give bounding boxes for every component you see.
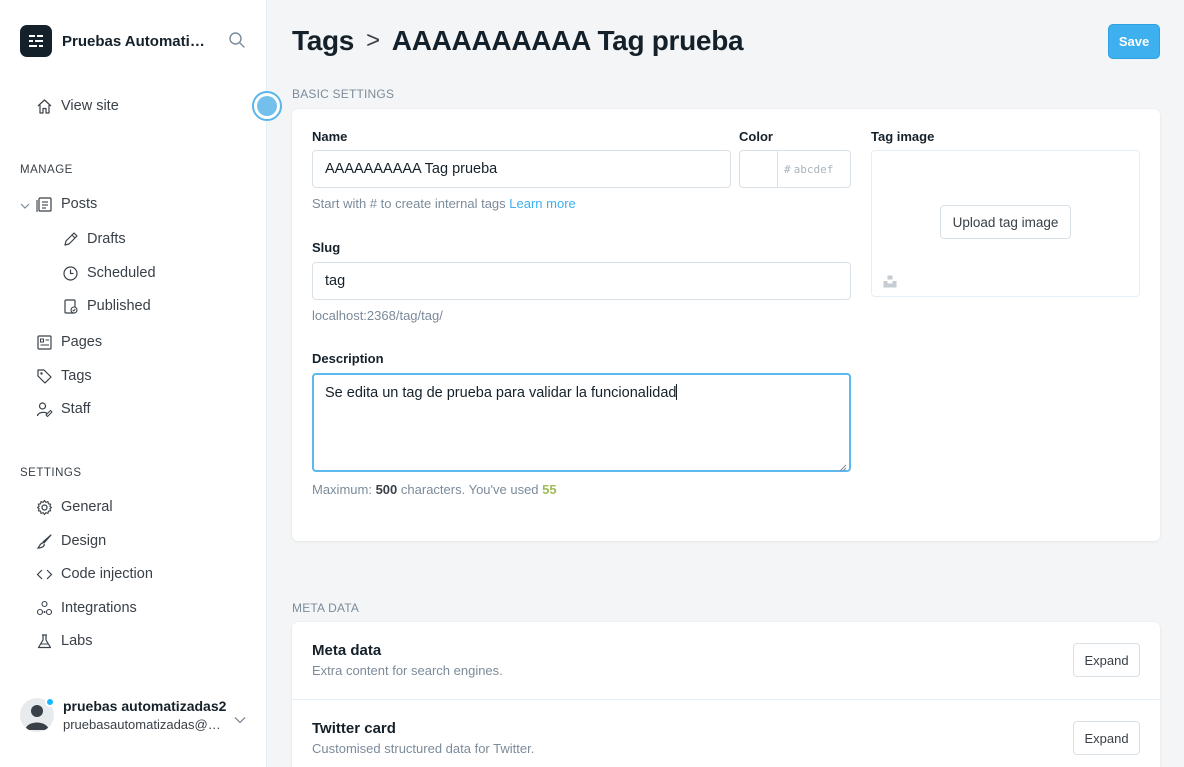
expand-meta-data-button[interactable]: Expand (1073, 643, 1140, 677)
sidebar: Pruebas Automatizadas View site MANAGE P… (0, 0, 267, 767)
name-input[interactable]: AAAAAAAAAA Tag prueba (312, 150, 731, 188)
user-email: pruebasautomatizadas@uniandes.edu.co (63, 717, 223, 732)
site-brand[interactable]: Pruebas Automatizadas (20, 25, 212, 57)
expand-twitter-card-button[interactable]: Expand (1073, 721, 1140, 755)
gear-icon (35, 498, 53, 516)
sidebar-resize-handle[interactable] (252, 91, 282, 121)
meta-data-section-label: META DATA (292, 601, 360, 615)
nav-code-injection[interactable]: Code injection (35, 563, 153, 585)
design-brush-icon (35, 532, 53, 550)
nav-staff[interactable]: Staff (35, 398, 91, 420)
posts-icon (35, 195, 53, 213)
nav-staff-label: Staff (61, 401, 91, 417)
nav-tags[interactable]: Tags (35, 365, 92, 387)
description-text: Se edita un tag de prueba para validar l… (325, 385, 677, 401)
description-label: Description (312, 351, 384, 366)
page-title: Tags > AAAAAAAAAA Tag prueba (292, 25, 744, 57)
twitter-card-row: Twitter card Customised structured data … (292, 700, 1160, 767)
nav-code-injection-label: Code injection (61, 566, 153, 582)
nav-posts[interactable]: Posts (35, 193, 97, 215)
color-hash: # (784, 162, 791, 176)
settings-section-label: SETTINGS (20, 467, 82, 479)
description-textarea[interactable]: Se edita un tag de prueba para validar l… (312, 373, 851, 472)
nav-tags-label: Tags (61, 368, 92, 384)
color-label: Color (739, 129, 773, 144)
home-icon (35, 97, 53, 115)
pencil-icon (61, 230, 79, 248)
slug-input[interactable]: tag (312, 262, 851, 300)
color-swatch[interactable] (740, 151, 778, 187)
color-placeholder: abcdef (793, 162, 834, 176)
nav-scheduled[interactable]: Scheduled (61, 262, 156, 284)
chevron-down-icon[interactable] (19, 199, 31, 211)
nav-integrations-label: Integrations (61, 600, 137, 616)
chevron-down-icon[interactable] (233, 712, 247, 724)
meta-row-description: Extra content for search engines. (312, 663, 503, 678)
nav-integrations[interactable]: Integrations (35, 597, 137, 619)
nav-general-label: General (61, 499, 113, 515)
basic-settings-label: BASIC SETTINGS (292, 87, 395, 101)
resize-grip-icon[interactable] (839, 460, 847, 472)
nav-labs-label: Labs (61, 633, 93, 649)
clock-icon (61, 264, 79, 282)
tag-icon (35, 367, 53, 385)
slug-label: Slug (312, 240, 341, 255)
unsplash-icon[interactable] (883, 274, 897, 288)
counter-prefix: Maximum: (312, 482, 372, 497)
meta-data-row: Meta data Extra content for search engin… (292, 622, 1160, 700)
save-button[interactable]: Save (1108, 24, 1160, 59)
nav-posts-label: Posts (61, 196, 98, 212)
color-input[interactable]: # abcdef (739, 150, 851, 188)
staff-icon (35, 400, 53, 418)
tag-image-dropzone[interactable]: Upload tag image (871, 150, 1140, 297)
text-caret (676, 384, 678, 400)
name-hint-text: Start with # to create internal tags (312, 196, 506, 211)
nav-design-label: Design (61, 533, 107, 549)
meta-row-title: Meta data (312, 642, 382, 659)
counter-middle: characters. You've used (400, 482, 539, 497)
nav-drafts-label: Drafts (87, 231, 126, 247)
breadcrumb-separator: > (366, 27, 380, 54)
character-counter: Maximum: 500 characters. You've used 55 (312, 482, 557, 497)
nav-view-site[interactable]: View site (35, 95, 119, 117)
code-icon (35, 565, 53, 583)
nav-pages-label: Pages (61, 334, 103, 350)
labs-flask-icon (35, 632, 53, 650)
nav-general[interactable]: General (35, 496, 113, 518)
learn-more-link[interactable]: Learn more (509, 196, 575, 211)
nav-scheduled-label: Scheduled (87, 265, 156, 281)
counter-max: 500 (375, 482, 398, 497)
basic-settings-card: Name AAAAAAAAAA Tag prueba Start with # … (292, 109, 1160, 541)
tag-title: AAAAAAAAAA Tag prueba (391, 25, 744, 56)
ghost-logo-icon (20, 25, 52, 57)
meta-row-title: Twitter card (312, 720, 396, 737)
nav-labs[interactable]: Labs (35, 630, 92, 652)
breadcrumb-tags[interactable]: Tags (292, 25, 354, 57)
nav-design[interactable]: Design (35, 530, 106, 552)
nav-drafts[interactable]: Drafts (61, 228, 126, 250)
upload-tag-image-button[interactable]: Upload tag image (940, 205, 1071, 239)
meta-row-description: Customised structured data for Twitter. (312, 741, 535, 756)
search-icon[interactable] (228, 31, 248, 51)
user-name: pruebas automatizadas2 (63, 698, 227, 714)
nav-pages[interactable]: Pages (35, 331, 102, 353)
meta-data-card: Meta data Extra content for search engin… (292, 622, 1160, 767)
slug-url-preview: localhost:2368/tag/tag/ (312, 308, 443, 323)
nav-published-label: Published (87, 298, 151, 314)
name-label: Name (312, 129, 348, 144)
published-icon (61, 297, 79, 315)
site-title: Pruebas Automatizadas (62, 32, 212, 50)
tag-image-label: Tag image (871, 129, 935, 144)
manage-section-label: MANAGE (20, 164, 73, 176)
counter-used: 55 (542, 482, 557, 497)
user-menu[interactable]: pruebas automatizadas2 pruebasautomatiza… (20, 697, 227, 732)
name-hint: Start with # to create internal tags Lea… (312, 196, 576, 211)
nav-view-site-label: View site (61, 98, 119, 114)
online-status-dot (45, 697, 55, 707)
pages-icon (35, 333, 53, 351)
nav-published[interactable]: Published (61, 295, 151, 317)
integrations-icon (35, 599, 53, 617)
